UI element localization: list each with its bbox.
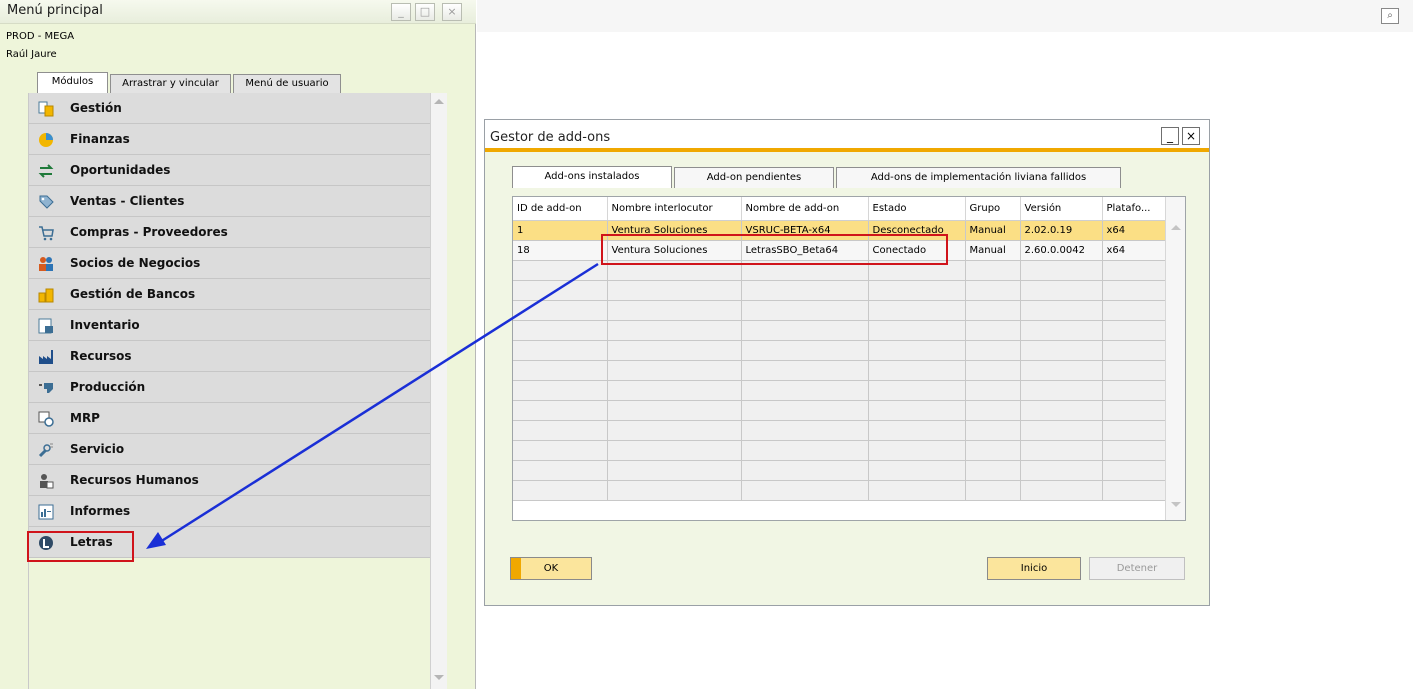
annotation-arrow-head bbox=[146, 532, 166, 549]
annotation-overlay bbox=[146, 262, 599, 549]
annotation-arrow-line bbox=[159, 262, 599, 544]
